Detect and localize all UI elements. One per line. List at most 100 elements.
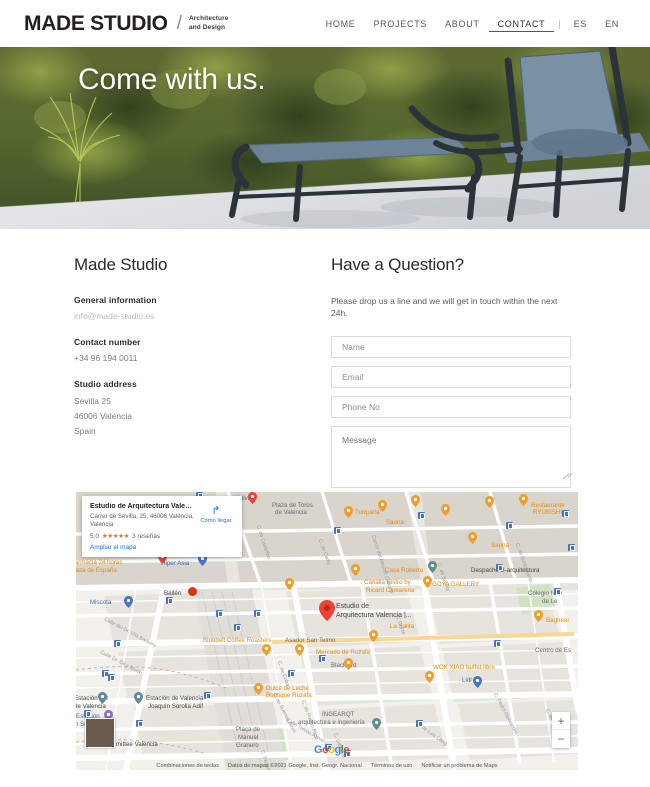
map-label[interactable]: Despacho B-arquitectura bbox=[471, 567, 539, 574]
transit-icon[interactable] bbox=[84, 710, 92, 718]
map-label[interactable]: mittee Valencia bbox=[116, 741, 158, 748]
map-pin[interactable] bbox=[344, 658, 353, 670]
zoom-out-button[interactable]: − bbox=[552, 730, 570, 748]
map-label[interactable]: Saona bbox=[386, 519, 404, 526]
brand-logo[interactable]: MADE STUDIO / Architecture and Design bbox=[24, 12, 228, 36]
map-label[interactable]: Plaça de bbox=[236, 726, 260, 733]
transit-icon[interactable] bbox=[204, 692, 212, 700]
email-input[interactable] bbox=[331, 366, 571, 388]
google-logo[interactable]: Google bbox=[314, 744, 349, 756]
map-pin[interactable] bbox=[351, 564, 360, 576]
transit-icon[interactable] bbox=[216, 610, 224, 618]
map-label[interactable]: La Salita bbox=[390, 623, 414, 630]
map-label[interactable]: Farmacia 24 horas bbox=[76, 559, 123, 566]
nav-item-about[interactable]: ABOUT bbox=[436, 15, 489, 33]
map-pin[interactable] bbox=[295, 644, 304, 656]
map-pin[interactable] bbox=[344, 506, 353, 518]
report-problem-link[interactable]: Notificar un problema de Maps bbox=[421, 763, 497, 769]
map-pin[interactable] bbox=[423, 576, 432, 588]
map-pin[interactable] bbox=[378, 500, 387, 512]
map-pin[interactable] bbox=[369, 630, 378, 642]
map-label[interactable]: Manuel bbox=[238, 734, 258, 741]
map-pin[interactable] bbox=[519, 494, 528, 506]
main-location-marker[interactable] bbox=[319, 600, 335, 621]
map-pin[interactable] bbox=[534, 610, 543, 622]
expand-map-link[interactable]: Ampliar el mapa bbox=[90, 544, 194, 551]
map-label[interactable]: Joaquín Sorolla Adif bbox=[148, 703, 203, 710]
phone-input[interactable] bbox=[331, 396, 571, 418]
map-pin[interactable] bbox=[124, 596, 133, 608]
map-label[interactable]: RYUKISHI bbox=[533, 509, 562, 516]
name-input[interactable] bbox=[331, 336, 571, 358]
map-info-card[interactable]: Estudio de Arquitectura Valen... Carrer … bbox=[82, 496, 242, 557]
map-label[interactable]: Miscota bbox=[90, 599, 111, 606]
message-textarea[interactable] bbox=[331, 426, 571, 488]
map-label[interactable]: Bagheer bbox=[546, 617, 569, 624]
map-label[interactable]: WOK XIAO buffet libre bbox=[433, 664, 495, 671]
directions-button[interactable]: ↱ Cómo llegar bbox=[198, 503, 234, 551]
nav-item-projects[interactable]: PROJECTS bbox=[364, 15, 436, 33]
street-view-thumbnail[interactable] bbox=[85, 718, 115, 748]
transit-icon[interactable] bbox=[166, 597, 174, 605]
transit-icon[interactable] bbox=[288, 670, 296, 678]
google-map[interactable]: C. de Castellón C. de Cadiz Carrer del Alm… bbox=[76, 492, 578, 770]
map-label[interactable]: Boutique Ruzafa bbox=[266, 692, 312, 699]
map-label[interactable]: Turqueta bbox=[355, 509, 380, 516]
map-label[interactable]: GOYA GALLERY bbox=[432, 581, 479, 588]
map-pin[interactable] bbox=[188, 587, 197, 599]
transit-icon[interactable] bbox=[234, 624, 242, 632]
map-pin[interactable] bbox=[473, 676, 482, 688]
transit-icon[interactable] bbox=[136, 720, 144, 728]
map-pin[interactable] bbox=[134, 692, 143, 704]
map-label[interactable]: Granero bbox=[236, 742, 259, 749]
map-pin[interactable] bbox=[98, 692, 107, 704]
map-pin[interactable] bbox=[485, 496, 494, 508]
map-pin[interactable] bbox=[285, 578, 294, 590]
nav-item-contact[interactable]: CONTACT bbox=[488, 15, 555, 32]
map-pin[interactable] bbox=[262, 644, 271, 656]
transit-icon[interactable] bbox=[554, 588, 562, 596]
map-label[interactable]: de Le bbox=[542, 598, 557, 605]
transit-icon[interactable] bbox=[334, 527, 342, 535]
transit-icon[interactable] bbox=[108, 674, 116, 682]
map-label[interactable]: Casa Roberto bbox=[385, 567, 423, 574]
transit-icon[interactable] bbox=[418, 512, 426, 520]
map-pin[interactable] bbox=[411, 495, 420, 507]
terms-of-use-link[interactable]: Términos de uso bbox=[371, 763, 413, 769]
map-label[interactable]: Ricard Camarena bbox=[366, 587, 415, 594]
map-label[interactable]: Saona bbox=[491, 542, 509, 549]
map-label[interactable]: Plaza de España bbox=[76, 567, 117, 574]
transit-icon[interactable] bbox=[416, 720, 424, 728]
general-information-email[interactable]: info@made-studio.es bbox=[74, 310, 299, 323]
transit-icon[interactable] bbox=[568, 544, 576, 552]
map-pin[interactable] bbox=[254, 683, 263, 695]
map-label[interactable]: arquitectura e ingeniería bbox=[298, 719, 365, 726]
transit-icon[interactable] bbox=[506, 522, 514, 530]
map-pin[interactable] bbox=[372, 718, 381, 730]
transit-icon[interactable] bbox=[319, 655, 327, 663]
map-pin[interactable] bbox=[468, 532, 477, 544]
map-label[interactable]: INGEARQT bbox=[322, 711, 354, 718]
transit-icon[interactable] bbox=[254, 610, 262, 618]
map-label[interactable]: Estación de Valencia bbox=[146, 695, 203, 702]
transit-icon[interactable] bbox=[562, 510, 570, 518]
nav-item-home[interactable]: HOME bbox=[317, 15, 365, 33]
map-pin[interactable] bbox=[425, 671, 434, 683]
map-pin-business[interactable] bbox=[428, 561, 437, 573]
lang-switch-en[interactable]: EN bbox=[596, 15, 628, 33]
transit-icon[interactable] bbox=[494, 640, 502, 648]
map-label[interactable]: Canalla Bistro by bbox=[364, 579, 411, 586]
map-pin[interactable] bbox=[441, 504, 450, 516]
keyboard-shortcuts-link[interactable]: Combinaciones de teclas bbox=[156, 763, 219, 769]
map-label[interactable]: Asador San Telmo bbox=[285, 637, 335, 644]
map-label[interactable]: Lidl bbox=[462, 677, 472, 684]
map-label[interactable]: de Valencia bbox=[76, 703, 106, 710]
transit-icon[interactable] bbox=[114, 640, 122, 648]
map-label[interactable]: de Valencia bbox=[275, 509, 307, 516]
map-zoom-controls[interactable]: + − bbox=[552, 712, 570, 748]
transit-icon[interactable] bbox=[496, 564, 504, 572]
map-label[interactable]: Centro de Es bbox=[535, 647, 571, 654]
map-pin[interactable] bbox=[248, 492, 257, 504]
zoom-in-button[interactable]: + bbox=[552, 712, 570, 730]
lang-switch-es[interactable]: ES bbox=[565, 15, 596, 33]
